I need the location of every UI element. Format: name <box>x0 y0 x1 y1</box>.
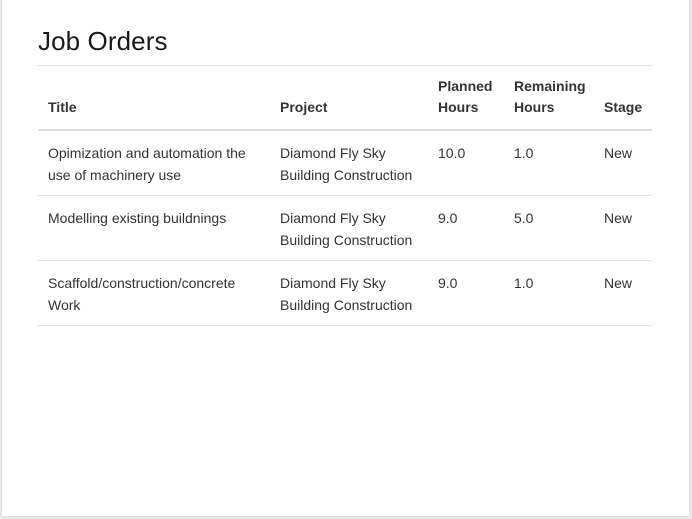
table-header-row: Title Project Planned Hours Remaining Ho… <box>38 65 652 131</box>
cell-project: Diamond Fly Sky Building Construction <box>270 195 428 261</box>
cell-stage: New <box>594 260 652 326</box>
cell-title: Opimization and automation the use of ma… <box>38 130 270 196</box>
job-orders-panel: Job Orders Title Project Planned Hours R… <box>2 0 689 516</box>
table-body: Opimization and automation the use of ma… <box>38 130 652 326</box>
table-row[interactable]: Scaffold/construction/concrete Work Diam… <box>38 260 652 326</box>
cell-planned-hours: 9.0 <box>428 195 504 261</box>
cell-project: Diamond Fly Sky Building Construction <box>270 130 428 196</box>
job-orders-table-container: Title Project Planned Hours Remaining Ho… <box>38 65 652 326</box>
cell-remaining-hours: 1.0 <box>504 260 594 326</box>
cell-project: Diamond Fly Sky Building Construction <box>270 260 428 326</box>
column-header-planned-hours[interactable]: Planned Hours <box>428 65 504 131</box>
cell-stage: New <box>594 195 652 261</box>
table-row[interactable]: Opimization and automation the use of ma… <box>38 130 652 196</box>
column-header-stage[interactable]: Stage <box>594 65 652 131</box>
column-header-title[interactable]: Title <box>38 65 270 131</box>
cell-title: Scaffold/construction/concrete Work <box>38 260 270 326</box>
cell-planned-hours: 9.0 <box>428 260 504 326</box>
cell-planned-hours: 10.0 <box>428 130 504 196</box>
cell-stage: New <box>594 130 652 196</box>
cell-remaining-hours: 1.0 <box>504 130 594 196</box>
page-title: Job Orders <box>38 26 168 56</box>
cell-title: Modelling existing buildnings <box>38 195 270 261</box>
table-row[interactable]: Modelling existing buildnings Diamond Fl… <box>38 195 652 261</box>
column-header-project[interactable]: Project <box>270 65 428 131</box>
job-orders-table: Title Project Planned Hours Remaining Ho… <box>38 65 652 326</box>
cell-remaining-hours: 5.0 <box>504 195 594 261</box>
column-header-remaining-hours[interactable]: Remaining Hours <box>504 65 594 131</box>
table-header: Title Project Planned Hours Remaining Ho… <box>38 65 652 131</box>
